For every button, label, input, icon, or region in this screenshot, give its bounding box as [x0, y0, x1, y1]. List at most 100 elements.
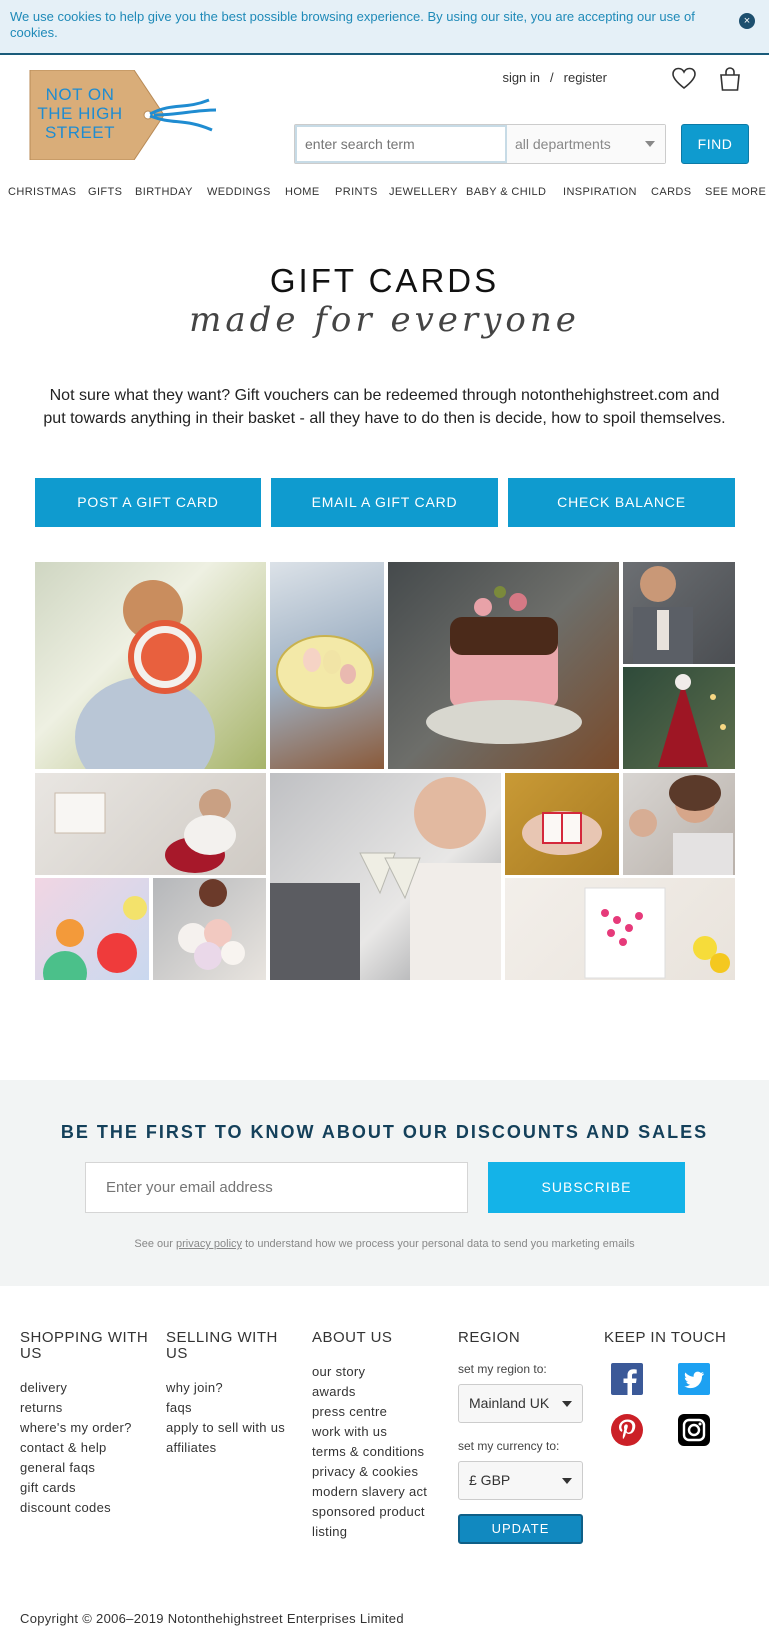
sign-in-link[interactable]: sign in: [502, 70, 540, 85]
privacy-policy-link[interactable]: privacy policy: [176, 1238, 242, 1250]
logo-line-3: STREET: [45, 123, 115, 142]
photo-groom-graphic: [633, 566, 693, 664]
footer-link-contact-help[interactable]: contact & help: [20, 1438, 155, 1458]
instagram-icon[interactable]: [678, 1414, 710, 1446]
nav-item-jewellery[interactable]: JEWELLERY: [389, 186, 458, 198]
email-gift-card-button[interactable]: EMAIL A GIFT CARD: [271, 478, 498, 527]
footer-link-returns[interactable]: returns: [20, 1398, 155, 1418]
photo-bridal-bouquet: [153, 878, 266, 980]
footer-link-discount-codes[interactable]: discount codes: [20, 1498, 155, 1518]
photo-women-graphic: [629, 775, 733, 875]
logo-line-1: NOT ON: [46, 85, 115, 104]
nav-item-cards[interactable]: CARDS: [651, 186, 692, 198]
page-subtitle-script: made for everyone: [189, 300, 580, 340]
footer-link-general-faqs[interactable]: general faqs: [20, 1458, 155, 1478]
photo-gift-in-hands: [505, 773, 619, 875]
photo-groom-suit: [623, 562, 735, 664]
nav-item-home[interactable]: HOME: [285, 186, 320, 198]
photo-couple-toasting: [270, 773, 501, 980]
pinterest-icon[interactable]: [611, 1414, 643, 1446]
photo-christmas-hat: [623, 667, 735, 769]
update-region-button[interactable]: UPDATE: [458, 1514, 583, 1544]
footer-link-terms[interactable]: terms & conditions: [312, 1442, 447, 1462]
region-label: set my region to:: [458, 1362, 547, 1376]
footer-link-awards[interactable]: awards: [312, 1382, 447, 1402]
newsletter-section: BE THE FIRST TO KNOW ABOUT OUR DISCOUNTS…: [0, 1080, 769, 1286]
nav-item-christmas[interactable]: CHRISTMAS: [8, 186, 76, 198]
photo-gift-graphic: [522, 811, 602, 855]
photo-toast-graphic: [270, 777, 501, 980]
copyright-text: Copyright © 2006–2019 Notonthehighstreet…: [20, 1611, 404, 1626]
region-value: Mainland UK: [469, 1395, 550, 1411]
footer-link-our-story[interactable]: our story: [312, 1362, 447, 1382]
nav-item-birthday[interactable]: BIRTHDAY: [135, 186, 193, 198]
separator: /: [550, 70, 554, 85]
register-link[interactable]: register: [564, 70, 607, 85]
close-icon[interactable]: ×: [739, 13, 755, 29]
post-gift-card-button[interactable]: POST A GIFT CARD: [35, 478, 261, 527]
photo-child-holding-embroidery: [35, 562, 266, 769]
nav-item-weddings[interactable]: WEDDINGS: [207, 186, 271, 198]
currency-value: £ GBP: [469, 1472, 511, 1488]
facebook-icon[interactable]: [611, 1363, 643, 1395]
twitter-icon[interactable]: [678, 1363, 710, 1395]
footer-link-press-centre[interactable]: press centre: [312, 1402, 447, 1422]
currency-select[interactable]: £ GBP: [458, 1461, 583, 1500]
footer-link-gift-cards[interactable]: gift cards: [20, 1478, 155, 1498]
photo-hat-graphic: [658, 674, 726, 767]
photo-balloons-graphic: [43, 896, 147, 980]
footer-link-delivery[interactable]: delivery: [20, 1378, 155, 1398]
nav-item-inspiration[interactable]: INSPIRATION: [563, 186, 637, 198]
region-select[interactable]: Mainland UK: [458, 1384, 583, 1423]
chevron-down-icon: [562, 1401, 572, 1407]
footer-link-sponsored-listing[interactable]: sponsored product listing: [312, 1502, 447, 1542]
footer-heading-selling: SELLING WITH US: [166, 1329, 278, 1362]
footer-heading-shopping: SHOPPING WITH US: [20, 1329, 149, 1362]
search-bar: all departments: [294, 124, 666, 164]
photo-frame-graphic: [584, 887, 730, 979]
chevron-down-icon: [645, 141, 655, 147]
photo-cake-graphic: [426, 586, 582, 744]
photo-eggs-graphic: [276, 635, 374, 709]
cookie-banner: We use cookies to help give you the best…: [0, 0, 769, 55]
footer-col-shopping: SHOPPING WITH US delivery returns where'…: [20, 1330, 155, 1518]
logo-tag-graphic: NOT ON THE HIGH STREET: [29, 69, 217, 161]
nav-item-baby-child[interactable]: BABY & CHILD: [466, 186, 546, 198]
wishlist-heart-icon[interactable]: [671, 66, 697, 92]
photo-bouquet-graphic: [178, 879, 245, 970]
photo-women-laughing: [623, 773, 735, 875]
footer-heading-about: ABOUT US: [312, 1329, 393, 1346]
footer-link-apply-to-sell[interactable]: apply to sell with us: [166, 1418, 301, 1438]
footer-link-wheres-my-order[interactable]: where's my order?: [20, 1418, 155, 1438]
cookie-text: We use cookies to help give you the best…: [10, 9, 695, 40]
account-links: sign in / register: [502, 70, 607, 85]
nav-item-see-more[interactable]: SEE MORE: [705, 186, 766, 198]
basket-bag-icon[interactable]: [717, 66, 743, 92]
footer-heading-keep-in-touch: KEEP IN TOUCH: [604, 1329, 727, 1346]
footer-link-work-with-us[interactable]: work with us: [312, 1422, 447, 1442]
department-select[interactable]: all departments: [507, 125, 665, 163]
privacy-note: See our privacy policy to understand how…: [0, 1238, 769, 1250]
chevron-down-icon: [562, 1478, 572, 1484]
footer-link-faqs[interactable]: faqs: [166, 1398, 301, 1418]
footer-col-selling: SELLING WITH US why join? faqs apply to …: [166, 1330, 301, 1458]
footer-link-privacy-cookies[interactable]: privacy & cookies: [312, 1462, 447, 1482]
subscribe-button[interactable]: SUBSCRIBE: [488, 1162, 685, 1213]
nav-item-gifts[interactable]: GIFTS: [88, 186, 122, 198]
privacy-note-pre: See our: [134, 1238, 173, 1250]
photo-balloons: [35, 878, 149, 980]
page-title: GIFT CARDS: [269, 262, 500, 299]
footer-link-why-join[interactable]: why join?: [166, 1378, 301, 1398]
check-balance-button[interactable]: CHECK BALANCE: [508, 478, 735, 527]
footer-link-modern-slavery[interactable]: modern slavery act: [312, 1482, 447, 1502]
find-button[interactable]: FIND: [681, 124, 749, 164]
site-logo[interactable]: NOT ON THE HIGH STREET: [24, 69, 219, 161]
nav-item-prints[interactable]: PRINTS: [335, 186, 378, 198]
category-nav: CHRISTMAS GIFTS BIRTHDAY WEDDINGS HOME P…: [0, 186, 769, 200]
department-value: all departments: [515, 136, 611, 152]
footer-link-affiliates[interactable]: affiliates: [166, 1438, 301, 1458]
photo-baby-on-rug: [35, 773, 266, 875]
search-input[interactable]: [295, 125, 507, 163]
page-description: Not sure what they want? Gift vouchers c…: [43, 387, 726, 427]
newsletter-email-input[interactable]: [85, 1162, 468, 1213]
